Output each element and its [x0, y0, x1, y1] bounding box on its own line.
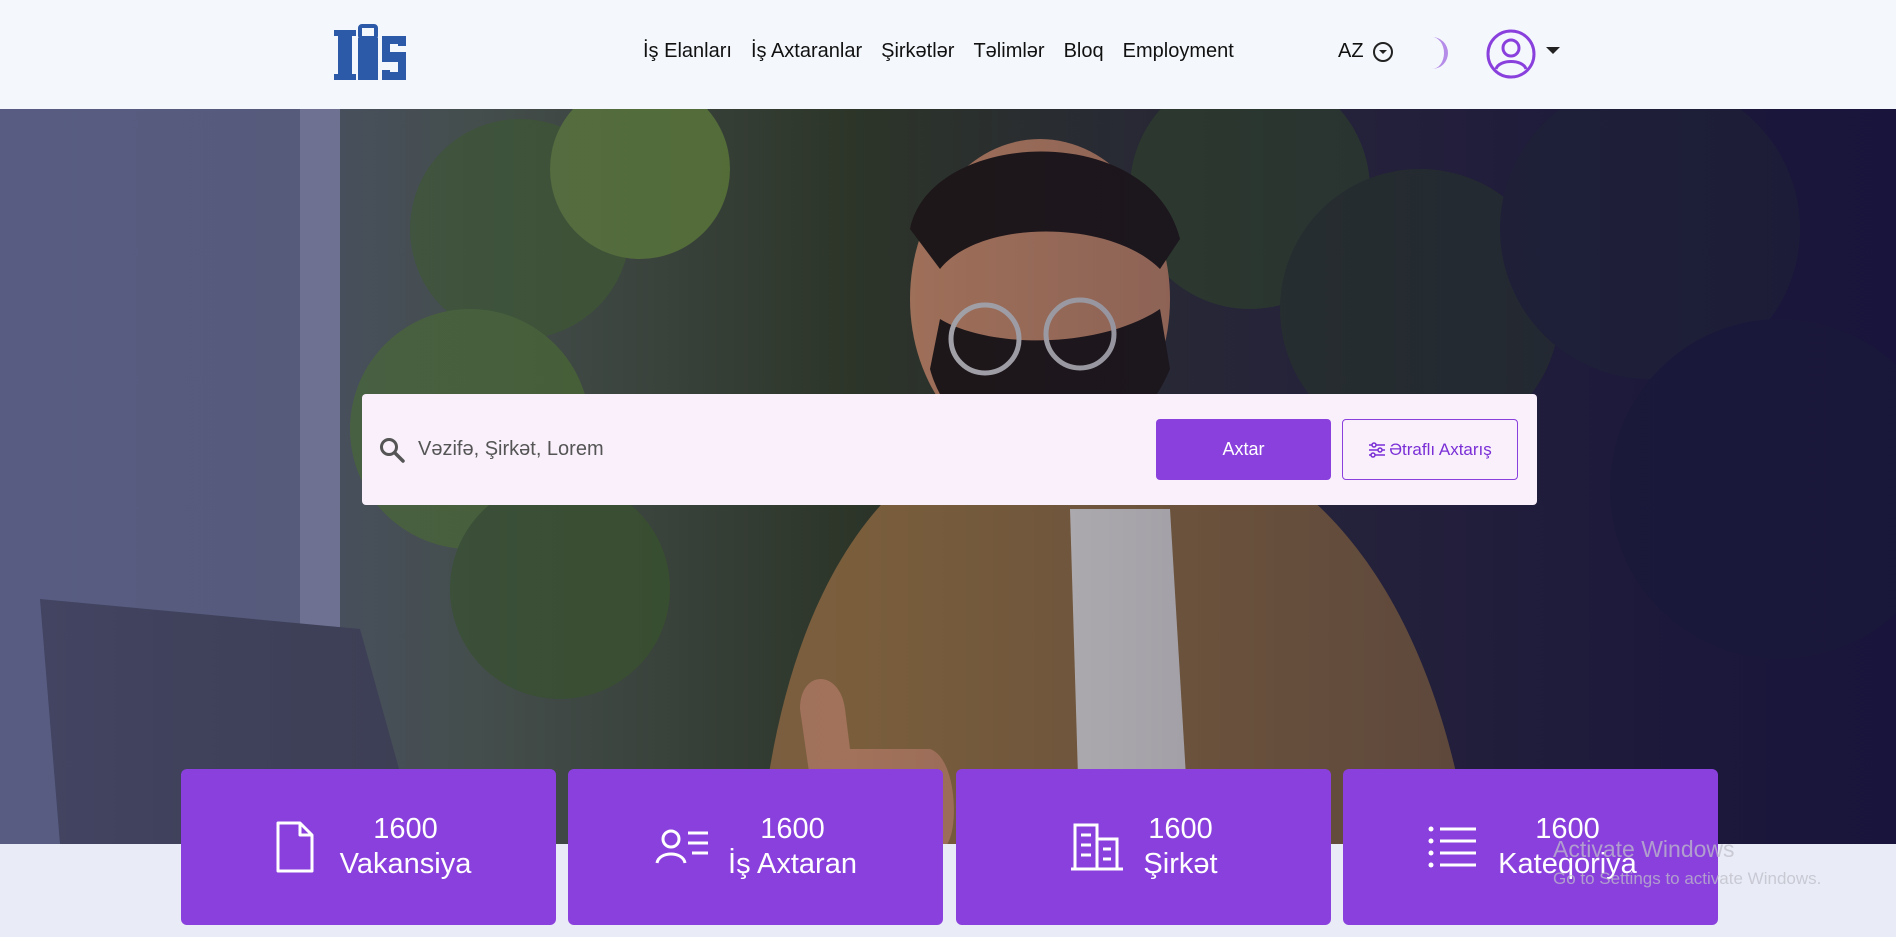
language-label: AZ	[1338, 40, 1364, 62]
user-avatar-icon[interactable]	[1485, 28, 1537, 80]
nav-item-sirketler[interactable]: Şirkətlər	[881, 40, 954, 63]
list-icon	[1428, 826, 1477, 868]
building-icon	[1071, 823, 1124, 871]
windows-activation-watermark: Activate Windows Go to Settings to activ…	[1553, 836, 1821, 889]
nav-item-bloq[interactable]: Bloq	[1064, 40, 1104, 63]
site-header: İş Elanları İş Axtaranlar Şirkətlər Təli…	[0, 0, 1896, 109]
stat-card-is-axtaran[interactable]: 1600 İş Axtaran	[568, 769, 943, 925]
stat-label: Vakansiya	[339, 848, 472, 880]
nav-item-employment[interactable]: Employment	[1123, 40, 1234, 63]
document-icon	[276, 821, 314, 873]
stat-card-sirket[interactable]: 1600 Şirkət	[956, 769, 1331, 925]
search-input[interactable]	[418, 422, 938, 476]
search-icon	[380, 438, 405, 463]
language-selector[interactable]: AZ	[1338, 40, 1394, 63]
user-list-icon	[655, 829, 709, 864]
stat-card-vakansiya[interactable]: 1600 Vakansiya	[181, 769, 556, 925]
filter-sliders-icon	[1369, 441, 1386, 458]
advanced-search-button[interactable]: Ətraflı Axtarış	[1342, 419, 1518, 480]
main-nav: İş Elanları İş Axtaranlar Şirkətlər Təli…	[643, 40, 1234, 63]
stat-label: Şirkət	[1143, 848, 1218, 880]
nav-item-is-elanlari[interactable]: İş Elanları	[643, 40, 732, 63]
watermark-subtitle: Go to Settings to activate Windows.	[1553, 869, 1822, 888]
nav-item-telimler[interactable]: Təlimlər	[973, 40, 1044, 63]
chevron-down-circle-icon	[1372, 41, 1393, 62]
stat-label: İş Axtaran	[728, 848, 857, 880]
user-menu-caret-icon[interactable]	[1546, 47, 1560, 54]
watermark-title: Activate Windows	[1553, 836, 1735, 862]
stat-count: 1600	[760, 813, 825, 846]
search-panel: Axtar Ətraflı Axtarış	[362, 394, 1537, 505]
nav-item-is-axtaranlar[interactable]: İş Axtaranlar	[751, 40, 862, 63]
dark-mode-moon-icon[interactable]	[1416, 34, 1450, 72]
advanced-search-label: Ətraflı Axtarış	[1389, 439, 1492, 459]
site-logo[interactable]	[334, 22, 408, 84]
stat-count: 1600	[373, 813, 438, 846]
search-button[interactable]: Axtar	[1156, 419, 1331, 480]
stat-count: 1600	[1148, 813, 1213, 846]
